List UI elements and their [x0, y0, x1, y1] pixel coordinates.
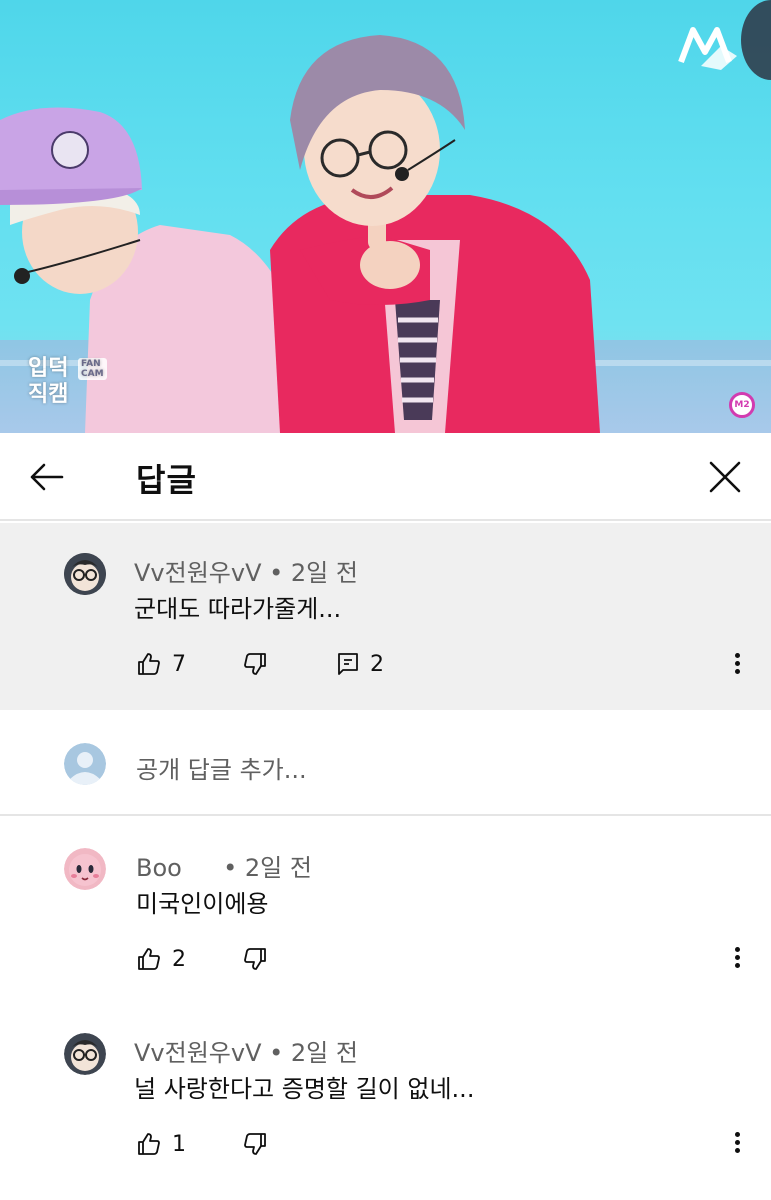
parent-comment: Vv전원우vV • 2일 전 군대도 따라가줄게... 7 2 — [0, 523, 771, 710]
add-reply-row[interactable]: 공개 답글 추가... — [0, 710, 771, 816]
comment-time: • 2일 전 — [269, 1039, 358, 1067]
comment-time: • 2일 전 — [269, 559, 358, 587]
m2-corner-badge: M2 — [729, 392, 755, 418]
default-user-avatar-icon — [64, 743, 106, 785]
thumbs-up-icon — [138, 948, 160, 970]
comment-icon — [338, 653, 358, 675]
thumbs-down-icon — [244, 948, 266, 970]
comment-meta: Vv전원우vV • 2일 전 — [134, 553, 358, 588]
fancam-line1: 입덕 — [28, 356, 69, 381]
avatar[interactable] — [64, 1033, 106, 1075]
replies-header: 답글 — [0, 433, 771, 521]
m2-logo-icon — [678, 27, 737, 70]
thumbs-down-icon — [244, 653, 266, 675]
more-options-icon[interactable] — [725, 944, 749, 974]
like-button[interactable]: 7 — [136, 651, 186, 677]
thumbs-up-icon — [138, 1133, 160, 1155]
fancam-line2: 직캠 — [28, 382, 69, 407]
dislike-button[interactable] — [242, 651, 268, 677]
avatar[interactable] — [64, 553, 106, 595]
performer-center — [270, 35, 600, 433]
thumbs-down-icon — [244, 1133, 266, 1155]
comment-time: • 2일 전 — [223, 854, 312, 882]
dislike-button[interactable] — [242, 946, 268, 972]
arrow-left-icon[interactable] — [26, 456, 68, 498]
close-icon[interactable] — [703, 455, 747, 499]
avatar-image — [64, 553, 106, 595]
more-options-icon[interactable] — [725, 650, 749, 680]
fancam-watermark: 입덕 직캠 FAN CAM — [28, 356, 107, 408]
more-options-icon[interactable] — [725, 1129, 749, 1159]
comment-text: 미국인이에용 — [136, 890, 269, 918]
fancam-badge: FAN CAM — [78, 358, 107, 380]
reply-button[interactable]: 2 — [336, 651, 384, 677]
avatar[interactable] — [64, 848, 106, 890]
like-button[interactable]: 2 — [136, 946, 186, 972]
like-count: 7 — [172, 651, 186, 677]
comment-text: 널 사랑한다고 증명할 길이 없네... — [134, 1075, 475, 1103]
reply-item: Vv전원우vV • 2일 전 널 사랑한다고 증명할 길이 없네... 1 — [0, 1003, 771, 1200]
page-title: 답글 — [136, 461, 197, 499]
comment-meta: Boo • 2일 전 — [136, 848, 312, 883]
comment-text: 군대도 따라가줄게... — [134, 595, 342, 623]
like-button[interactable]: 1 — [136, 1131, 186, 1157]
like-count: 2 — [172, 946, 186, 972]
comment-meta: Vv전원우vV • 2일 전 — [134, 1033, 358, 1068]
comment-author[interactable]: Vv전원우vV — [134, 1039, 261, 1067]
dislike-button[interactable] — [242, 1131, 268, 1157]
avatar — [64, 743, 106, 785]
video-player[interactable]: 입덕 직캠 FAN CAM M2 — [0, 0, 771, 433]
reply-input[interactable]: 공개 답글 추가... — [136, 750, 307, 785]
reply-count: 2 — [370, 651, 384, 677]
comment-author[interactable]: Vv전원우vV — [134, 559, 261, 587]
reply-item: Boo • 2일 전 미국인이에용 2 — [0, 818, 771, 1018]
like-count: 1 — [172, 1131, 186, 1157]
thumbs-up-icon — [138, 653, 160, 675]
avatar-image — [64, 848, 106, 890]
avatar-image — [64, 1033, 106, 1075]
comment-author[interactable]: Boo — [136, 854, 182, 882]
